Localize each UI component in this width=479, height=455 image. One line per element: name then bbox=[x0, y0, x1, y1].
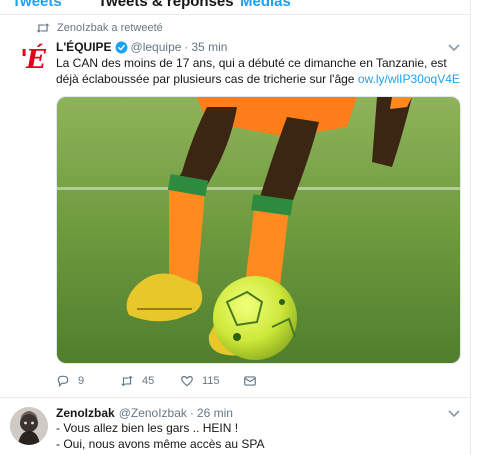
tweet-link[interactable]: ow.ly/wlIP30oqV4E bbox=[358, 72, 460, 86]
tweet-header: L'ÉQUIPE @lequipe · 35 min bbox=[56, 40, 227, 54]
retweet-icon bbox=[121, 375, 133, 387]
avatar-lequipe[interactable]: 'É bbox=[12, 40, 52, 80]
tweet-text-line: - Vous allez bien les gars .. HEIN ! bbox=[56, 421, 239, 435]
message-icon bbox=[244, 376, 256, 386]
retweet-context: ZenoIzbak a retweeté bbox=[36, 22, 163, 34]
like-icon bbox=[181, 376, 193, 387]
tab-media[interactable]: Médias bbox=[240, 0, 291, 10]
avatar-zenoizbak[interactable] bbox=[10, 407, 48, 445]
tweet-header: ZenoIzbak @ZenoIzbak · 26 min bbox=[56, 406, 233, 420]
tab-tweets[interactable]: Tweets bbox=[12, 0, 62, 10]
author-name[interactable]: L'ÉQUIPE bbox=[56, 40, 112, 54]
author-handle[interactable]: @lequipe bbox=[131, 40, 182, 54]
retweet-icon bbox=[36, 23, 50, 33]
lequipe-logo: 'É bbox=[20, 45, 46, 75]
avatar-image bbox=[10, 407, 48, 445]
tweet-text: La CAN des moins de 17 ans, qui a débuté… bbox=[56, 55, 468, 87]
reply-button[interactable]: 9 bbox=[56, 374, 84, 388]
like-count: 115 bbox=[202, 375, 220, 387]
timestamp[interactable]: 35 min bbox=[191, 40, 227, 54]
author-name[interactable]: ZenoIzbak bbox=[56, 406, 115, 420]
retweet-count: 45 bbox=[142, 375, 155, 387]
message-button[interactable] bbox=[243, 374, 257, 388]
author-handle[interactable]: @ZenoIzbak bbox=[119, 406, 187, 420]
chevron-down-icon[interactable] bbox=[448, 44, 460, 52]
tweet-media-image[interactable] bbox=[56, 96, 461, 364]
column-border bbox=[470, 0, 471, 455]
like-button[interactable]: 115 bbox=[180, 374, 220, 388]
separator-dot: · bbox=[189, 406, 194, 420]
profile-tabs: Tweets Tweets & réponses Médias bbox=[0, 0, 479, 14]
timestamp[interactable]: 26 min bbox=[197, 406, 233, 420]
reply-icon bbox=[57, 375, 69, 388]
tabs-divider bbox=[0, 14, 470, 15]
reply-count: 9 bbox=[78, 375, 85, 387]
retweeted-by-label[interactable]: ZenoIzbak a retweeté bbox=[57, 22, 163, 34]
tweet-divider bbox=[0, 397, 470, 398]
chevron-down-icon[interactable] bbox=[448, 410, 460, 418]
retweet-button[interactable]: 45 bbox=[120, 374, 154, 388]
verified-icon bbox=[115, 41, 127, 53]
tab-tweets-replies[interactable]: Tweets & réponses bbox=[98, 0, 234, 10]
separator-dot: · bbox=[184, 40, 189, 54]
football-photo bbox=[57, 97, 460, 363]
tweet-text-line: - Oui, nous avons même accès au SPA bbox=[56, 437, 265, 451]
